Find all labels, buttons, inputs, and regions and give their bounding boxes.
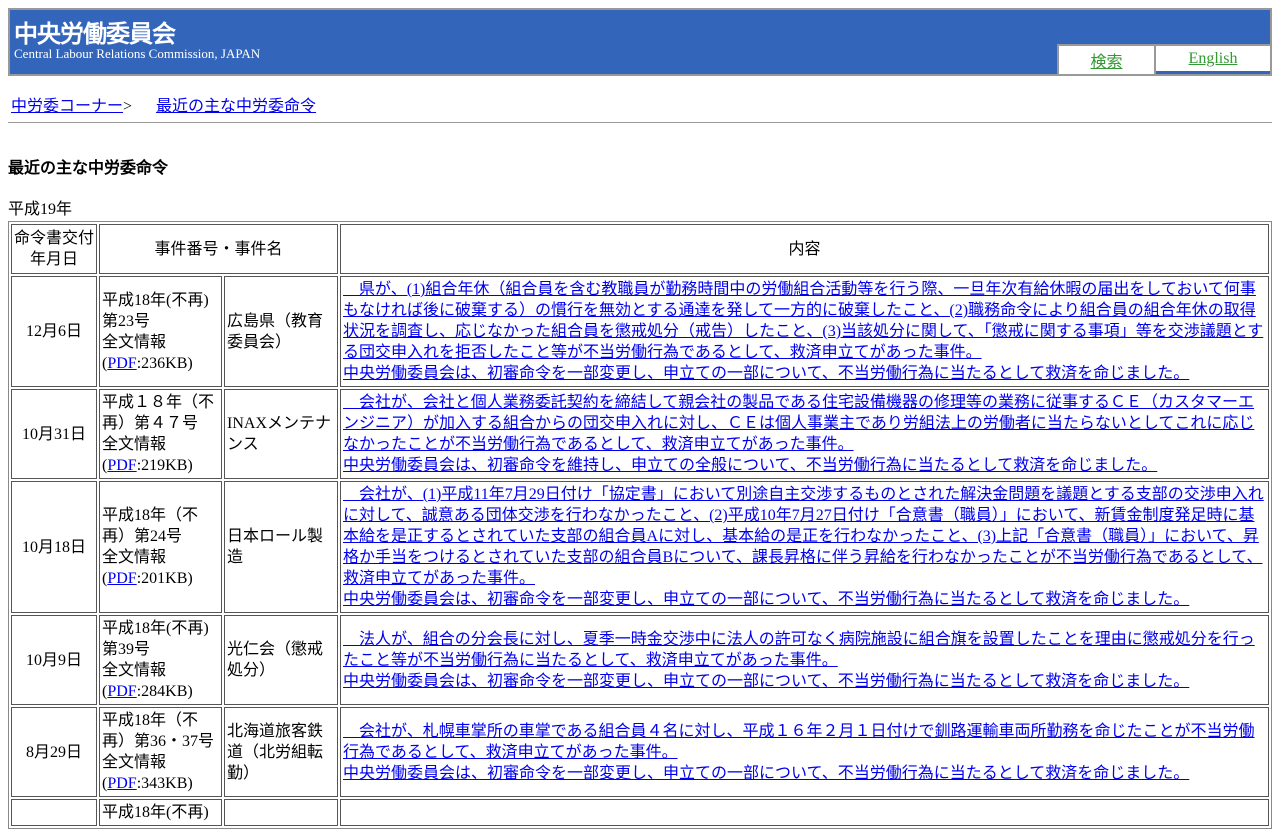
content-cell: 県が、(1)組合年休（組合員を含む教職員が勤務時間中の労働組合活動等を行う際、一…: [340, 276, 1269, 387]
pdf-size: :236KB): [136, 354, 193, 372]
order-date: 12月6日: [11, 276, 97, 387]
case-description-link[interactable]: 会社が、札幌車掌所の車掌である組合員４名に対し、平成１６年２月１日付けで釧路運輸…: [343, 721, 1266, 763]
pdf-size: :343KB): [136, 775, 193, 792]
pdf-size: :201KB): [136, 570, 193, 587]
case-cell: 平成１８年（不再）第４７号全文情報 (PDF:219KB): [99, 389, 222, 479]
case-name: [224, 799, 339, 826]
case-description-link[interactable]: 法人が、組合の分会長に対し、夏季一時金交渉中に法人の許可なく病院施設に組合旗を設…: [343, 629, 1266, 671]
pdf-link[interactable]: PDF: [107, 570, 136, 587]
content-cell: 会社が、(1)平成11年7月29日付け「協定書」において別途自主交渉するものとさ…: [340, 481, 1269, 613]
full-text-label: 全文情報: [102, 754, 167, 771]
table-row: 10月31日 平成１８年（不再）第４７号全文情報 (PDF:219KB) INA…: [11, 389, 1269, 479]
case-number: 平成18年(不再)第39号: [102, 620, 209, 658]
order-date: 10月31日: [11, 389, 97, 479]
pdf-info: (PDF:284KB): [102, 683, 193, 700]
case-name: 日本ロール製造: [224, 481, 339, 613]
decision-link[interactable]: 中央労働委員会は、初審命令を一部変更し、申立ての一部について、不当労働行為に当た…: [343, 763, 1266, 784]
english-tab: English: [1156, 44, 1270, 74]
pdf-info: (PDF:219KB): [102, 457, 193, 474]
case-number: 平成18年（不再）第36・37号: [102, 712, 215, 750]
case-number: 平成18年(不再)第23号: [102, 291, 209, 330]
case-number: 平成18年（不再）第24号: [102, 507, 199, 545]
content-cell: [340, 799, 1269, 826]
site-header: 中央労働委員会 Central Labour Relations Commiss…: [8, 8, 1272, 76]
case-name: 光仁会（懲戒処分）: [224, 615, 339, 705]
order-date: 10月18日: [11, 481, 97, 613]
pdf-info: (PDF:343KB): [102, 775, 193, 792]
full-text-label: 全文情報: [102, 549, 167, 566]
year-label: 平成19年: [8, 201, 73, 218]
breadcrumb-current-link[interactable]: 最近の主な中労委命令: [156, 98, 316, 115]
divider: [8, 122, 1272, 123]
pdf-link[interactable]: PDF: [107, 355, 136, 372]
orders-table: 命令書交付年月日 事件番号・事件名 内容 12月6日 平成18年(不再)第23号…: [8, 221, 1272, 829]
case-cell: 平成18年（不再）第24号全文情報 (PDF:201KB): [99, 481, 222, 613]
case-number: 平成１８年（不再）第４７号: [102, 394, 215, 432]
case-number: 平成18年(不再): [102, 804, 209, 821]
search-link[interactable]: 検索: [1090, 48, 1122, 72]
english-link[interactable]: English: [1189, 50, 1238, 68]
case-name: 広島県（教育委員会）: [224, 276, 339, 387]
order-date: [11, 799, 97, 826]
case-cell: 平成18年(不再)第23号全文情報 (PDF:236KB): [99, 276, 222, 387]
pdf-size: :284KB): [136, 683, 193, 700]
content-cell: 会社が、会社と個人業務委託契約を締結して親会社の製品である住宅設備機器の修理等の…: [340, 389, 1269, 479]
case-description-link[interactable]: 会社が、(1)平成11年7月29日付け「協定書」において別途自主交渉するものとさ…: [343, 484, 1266, 589]
breadcrumb-home-link[interactable]: 中労委コーナー: [11, 98, 123, 115]
case-cell: 平成18年(不再): [99, 799, 222, 826]
page-title: 最近の主な中労委命令: [8, 158, 169, 177]
pdf-info: (PDF:236KB): [102, 354, 193, 372]
decision-link[interactable]: 中央労働委員会は、初審命令を維持し、申立ての全般について、不当労働行為に当たると…: [343, 455, 1266, 476]
case-name: INAXメンテナンス: [224, 389, 339, 479]
case-cell: 平成18年（不再）第36・37号全文情報 (PDF:343KB): [99, 707, 222, 797]
order-date: 10月9日: [11, 615, 97, 705]
breadcrumb-separator: >: [123, 98, 133, 115]
breadcrumb: 中労委コーナー> 最近の主な中労委命令: [11, 92, 1272, 115]
table-row: 10月18日 平成18年（不再）第24号全文情報 (PDF:201KB) 日本ロ…: [11, 481, 1269, 613]
table-header-row: 命令書交付年月日 事件番号・事件名 内容: [11, 224, 1269, 274]
search-tab: 検索: [1057, 44, 1156, 74]
site-subtitle: Central Labour Relations Commission, JAP…: [14, 46, 261, 61]
header-date: 命令書交付年月日: [11, 224, 97, 274]
full-text-label: 全文情報: [102, 662, 167, 679]
header-case: 事件番号・事件名: [99, 224, 339, 274]
pdf-link[interactable]: PDF: [107, 775, 136, 792]
decision-link[interactable]: 中央労働委員会は、初審命令を一部変更し、申立ての一部について、不当労働行為に当た…: [343, 589, 1266, 610]
site-title: 中央労働委員会: [14, 20, 176, 48]
pdf-info: (PDF:201KB): [102, 570, 193, 587]
table-row: 12月6日 平成18年(不再)第23号全文情報 (PDF:236KB) 広島県（…: [11, 276, 1269, 387]
full-text-label: 全文情報: [102, 436, 167, 453]
content-cell: 法人が、組合の分会長に対し、夏季一時金交渉中に法人の許可なく病院施設に組合旗を設…: [340, 615, 1269, 705]
decision-link[interactable]: 中央労働委員会は、初審命令を一部変更し、申立ての一部について、不当労働行為に当た…: [343, 363, 1266, 384]
decision-link[interactable]: 中央労働委員会は、初審命令を一部変更し、申立ての一部について、不当労働行為に当た…: [343, 671, 1266, 692]
pdf-size: :219KB): [136, 457, 193, 474]
header-content: 内容: [340, 224, 1269, 274]
table-row: 平成18年(不再): [11, 799, 1269, 826]
case-description-link[interactable]: 県が、(1)組合年休（組合員を含む教職員が勤務時間中の労働組合活動等を行う際、一…: [343, 279, 1266, 363]
table-row: 10月9日 平成18年(不再)第39号全文情報 (PDF:284KB) 光仁会（…: [11, 615, 1269, 705]
order-date: 8月29日: [11, 707, 97, 797]
pdf-link[interactable]: PDF: [107, 457, 136, 474]
full-text-label: 全文情報: [102, 333, 167, 351]
case-description-link[interactable]: 会社が、会社と個人業務委託契約を締結して親会社の製品である住宅設備機器の修理等の…: [343, 392, 1266, 455]
case-name: 北海道旅客鉄道（北労組転勤）: [224, 707, 339, 797]
content-cell: 会社が、札幌車掌所の車掌である組合員４名に対し、平成１６年２月１日付けで釧路運輸…: [340, 707, 1269, 797]
case-cell: 平成18年(不再)第39号全文情報 (PDF:284KB): [99, 615, 222, 705]
pdf-link[interactable]: PDF: [107, 683, 136, 700]
table-row: 8月29日 平成18年（不再）第36・37号全文情報 (PDF:343KB) 北…: [11, 707, 1269, 797]
